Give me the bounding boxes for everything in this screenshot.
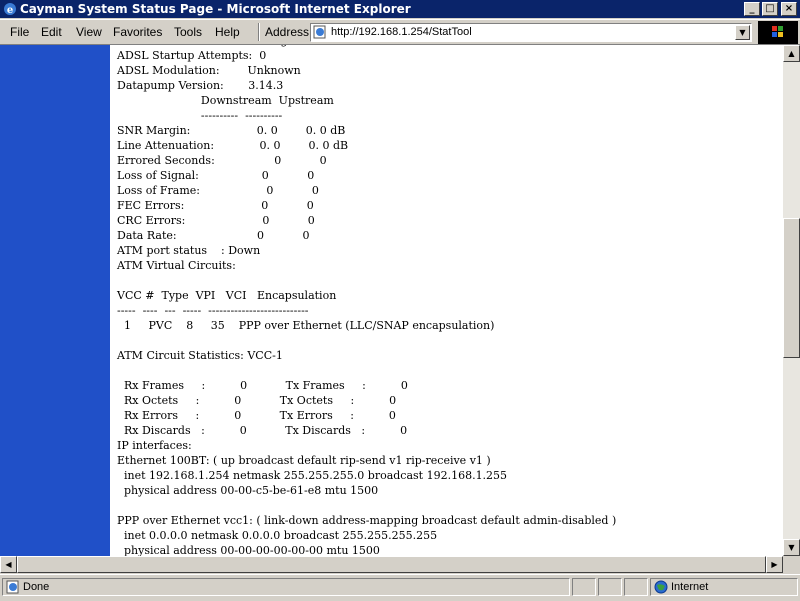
scroll-right-button[interactable]: ▶ xyxy=(766,556,783,573)
zone-text: Internet xyxy=(671,581,709,593)
menu-favorites[interactable]: Favorites xyxy=(113,25,162,39)
status-pane-main: Done xyxy=(2,578,570,596)
title-bar: e Cayman System Status Page - Microsoft … xyxy=(0,0,800,18)
vertical-scroll-thumb[interactable] xyxy=(783,218,800,358)
menu-bar: File Edit View Favorites Tools Help Addr… xyxy=(0,19,800,45)
vertical-scrollbar[interactable]: ▲ ▼ xyxy=(783,45,800,556)
minimize-button[interactable]: _ xyxy=(744,2,760,16)
horizontal-scrollbar[interactable]: ◀ ▶ xyxy=(0,556,783,573)
status-text: Done xyxy=(23,581,50,593)
address-dropdown-button[interactable]: ▼ xyxy=(735,25,750,40)
page-done-icon xyxy=(6,580,19,594)
status-pane-4 xyxy=(624,578,648,596)
scroll-up-button[interactable]: ▲ xyxy=(783,45,800,62)
status-pane-3 xyxy=(598,578,622,596)
maximize-button[interactable]: □ xyxy=(762,2,778,16)
menu-help[interactable]: Help xyxy=(215,25,240,39)
menu-edit[interactable]: Edit xyxy=(41,25,62,39)
ie-logo-icon: e xyxy=(4,3,16,16)
page-sidebar xyxy=(0,45,110,556)
scrollbar-corner xyxy=(783,556,800,573)
close-button[interactable]: × xyxy=(781,2,797,16)
status-pane-2 xyxy=(572,578,596,596)
page-viewport[interactable]: ADSL Line State: Activating ADSL Startup… xyxy=(0,45,783,556)
menu-tools[interactable]: Tools xyxy=(174,25,202,39)
status-report-text: ADSL Line State: Activating ADSL Startup… xyxy=(117,45,617,556)
horizontal-scroll-thumb[interactable] xyxy=(17,556,766,573)
scroll-down-button[interactable]: ▼ xyxy=(783,539,800,556)
page-icon xyxy=(313,25,326,39)
address-bar[interactable]: http://192.168.1.254/StatTool ▼ xyxy=(310,23,752,42)
toolbar-separator xyxy=(258,23,260,41)
menu-view[interactable]: View xyxy=(76,25,102,39)
window-title: Cayman System Status Page - Microsoft In… xyxy=(20,2,411,16)
address-label: Address xyxy=(265,25,310,39)
address-url[interactable]: http://192.168.1.254/StatTool xyxy=(331,26,472,38)
status-bar: Done Internet xyxy=(0,574,800,601)
menu-file[interactable]: File xyxy=(10,25,29,39)
zone-pane: Internet xyxy=(650,578,798,596)
windows-logo-icon xyxy=(758,21,798,44)
svg-text:e: e xyxy=(7,5,13,16)
globe-icon xyxy=(654,580,668,594)
scroll-left-button[interactable]: ◀ xyxy=(0,556,17,573)
status-content: ADSL Line State: Activating ADSL Startup… xyxy=(117,45,777,556)
